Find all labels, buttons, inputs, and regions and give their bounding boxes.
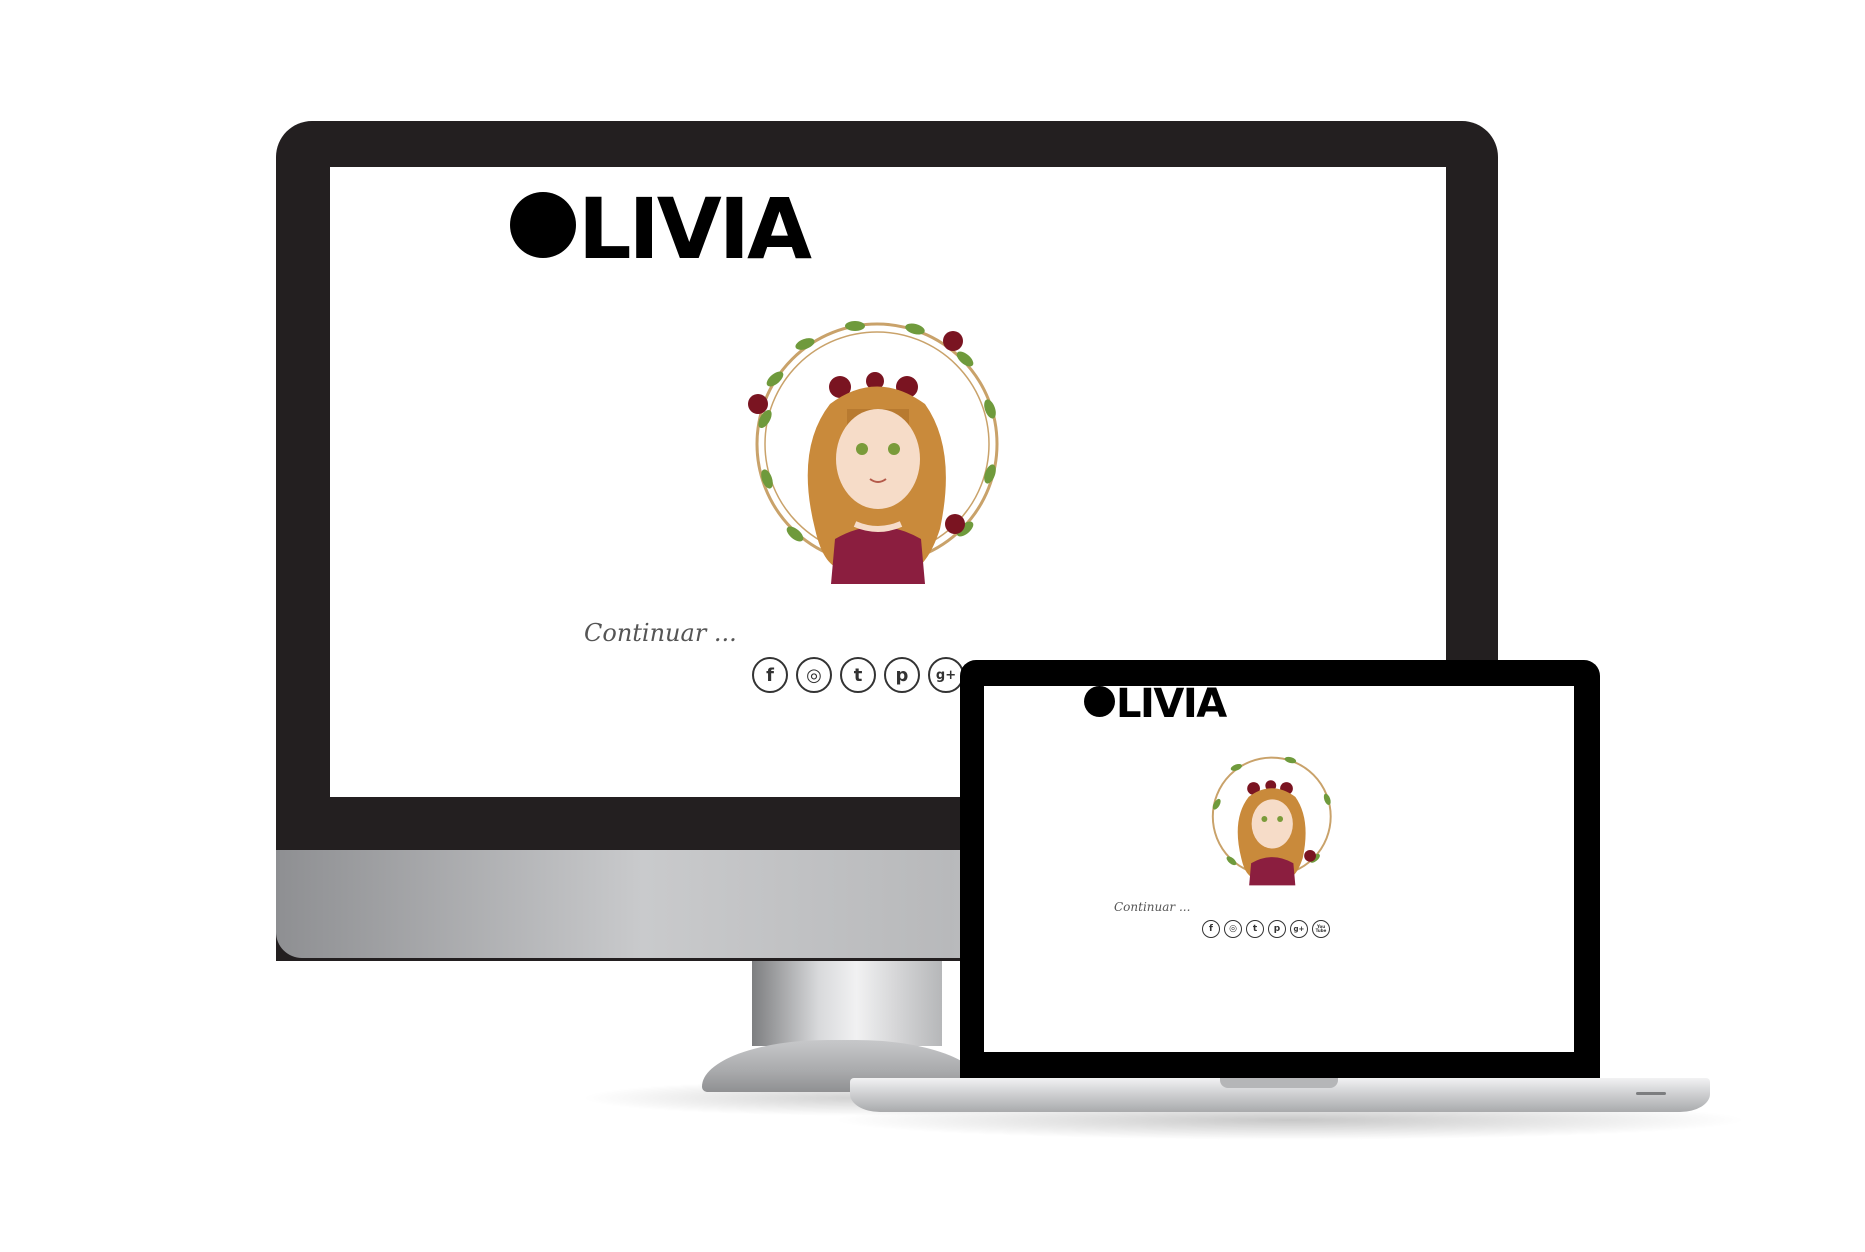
google-plus-icon[interactable]: g+ bbox=[1290, 920, 1308, 938]
pinterest-icon[interactable]: p bbox=[1268, 920, 1286, 938]
imac-stand-neck bbox=[752, 958, 942, 1046]
twitter-icon[interactable]: t bbox=[1246, 920, 1264, 938]
site-logo[interactable]: LIVIA bbox=[1084, 686, 1227, 727]
logo-text: LIVIA bbox=[1116, 686, 1227, 727]
logo-text: LIVIA bbox=[578, 180, 812, 278]
laptop-indicator-light bbox=[1636, 1092, 1666, 1095]
pinterest-icon[interactable]: p bbox=[884, 657, 920, 693]
continue-link[interactable]: Continuar ... bbox=[1114, 900, 1190, 914]
portrait-illustration bbox=[1211, 756, 1332, 886]
instagram-icon[interactable]: ◎ bbox=[796, 657, 832, 693]
facebook-icon[interactable]: f bbox=[752, 657, 788, 693]
social-links-row: f ◎ t p g+ bbox=[752, 657, 964, 693]
logo-o-circle bbox=[1084, 686, 1115, 717]
portrait-illustration bbox=[748, 321, 999, 584]
site-logo[interactable]: LIVIA bbox=[510, 187, 812, 271]
logo-o-circle bbox=[510, 192, 576, 258]
social-links-row: f ◎ t p g+ You Tube bbox=[1202, 920, 1330, 938]
laptop-screen: LIVIA Continuar ... f ◎ t p g+ You Tube bbox=[984, 686, 1574, 1052]
facebook-icon[interactable]: f bbox=[1202, 920, 1220, 938]
twitter-icon[interactable]: t bbox=[840, 657, 876, 693]
continue-link[interactable]: Continuar ... bbox=[584, 619, 737, 647]
youtube-icon[interactable]: You Tube bbox=[1312, 920, 1330, 938]
laptop-opening-notch bbox=[1220, 1078, 1338, 1088]
instagram-icon[interactable]: ◎ bbox=[1224, 920, 1242, 938]
google-plus-icon[interactable]: g+ bbox=[928, 657, 964, 693]
